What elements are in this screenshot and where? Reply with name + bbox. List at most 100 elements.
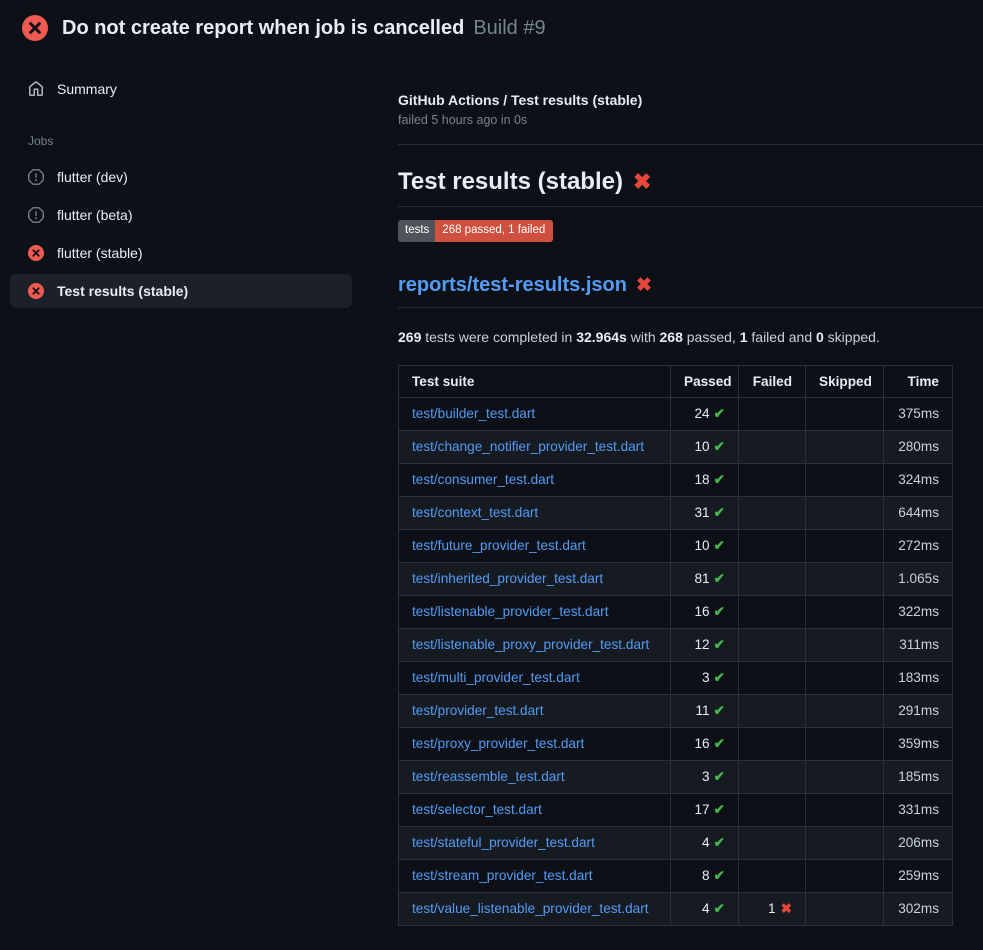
sidebar-item-flutter-beta[interactable]: flutter (beta) xyxy=(10,198,352,232)
time-cell: 331ms xyxy=(884,793,953,826)
table-row: test/stream_provider_test.dart 8✔ 259ms xyxy=(399,859,953,892)
results-table-body: test/builder_test.dart24✔375mstest/chang… xyxy=(399,397,953,925)
suite-cell: test/change_notifier_provider_test.dart xyxy=(399,430,671,463)
check-icon: ✔ xyxy=(714,670,725,685)
test-suite-link[interactable]: test/stream_provider_test.dart xyxy=(412,868,593,883)
test-suite-link[interactable]: test/inherited_provider_test.dart xyxy=(412,571,603,586)
sidebar-item-flutter-dev[interactable]: flutter (dev) xyxy=(10,160,352,194)
passed-count: 18 xyxy=(694,472,709,487)
skipped-cell xyxy=(806,463,884,496)
failed-cell xyxy=(739,430,806,463)
test-suite-link[interactable]: test/listenable_proxy_provider_test.dart xyxy=(412,637,649,652)
summary-part: 1 xyxy=(740,329,748,345)
passed-count: 12 xyxy=(694,637,709,652)
skipped-cell xyxy=(806,628,884,661)
passed-cell: 11 ✔ xyxy=(671,694,739,727)
sidebar-item-label: Summary xyxy=(57,81,117,97)
table-row: test/builder_test.dart24✔375ms xyxy=(399,397,953,430)
test-suite-link[interactable]: test/proxy_provider_test.dart xyxy=(412,736,584,751)
check-icon: ✔ xyxy=(714,835,725,850)
summary-part: 268 xyxy=(660,329,683,345)
check-icon: ✔ xyxy=(714,439,725,454)
test-suite-link[interactable]: test/context_test.dart xyxy=(412,505,538,520)
passed-count: 24 xyxy=(694,406,709,421)
sidebar-item-summary[interactable]: Summary xyxy=(10,72,352,106)
failed-cell xyxy=(739,496,806,529)
check-icon: ✔ xyxy=(714,736,725,751)
jobs-section-label: Jobs xyxy=(0,110,370,160)
check-icon: ✔ xyxy=(714,703,725,718)
time-cell: 259ms xyxy=(884,859,953,892)
report-file-link[interactable]: reports/test-results.json xyxy=(398,274,627,296)
passed-count: 81 xyxy=(694,571,709,586)
test-suite-link[interactable]: test/value_listenable_provider_test.dart xyxy=(412,901,649,916)
run-status-line: failed 5 hours ago in 0s xyxy=(398,113,983,127)
passed-cell: 4✔ xyxy=(671,826,739,859)
badge-label: tests xyxy=(398,220,435,242)
table-row: test/selector_test.dart 17✔ 331ms xyxy=(399,793,953,826)
failed-status-icon xyxy=(22,15,48,41)
section-title: Test results (stable)✖ xyxy=(398,168,983,207)
run-header: Do not create report when job is cancell… xyxy=(0,0,983,54)
skipped-cell xyxy=(806,727,884,760)
passed-cell: 8✔ xyxy=(671,859,739,892)
table-row: test/provider_test.dart 11 ✔ 291ms xyxy=(399,694,953,727)
failed-cell xyxy=(739,859,806,892)
failed-x-icon: ✖ xyxy=(636,275,652,296)
cross-icon: ✖ xyxy=(781,901,792,916)
passed-count: 16 xyxy=(694,604,709,619)
summary-part: 32.964s xyxy=(576,329,627,345)
check-icon: ✔ xyxy=(714,802,725,817)
test-suite-link[interactable]: test/multi_provider_test.dart xyxy=(412,670,580,685)
run-title-group: Do not create report when job is cancell… xyxy=(62,17,546,40)
column-header-time: Time xyxy=(884,365,953,397)
failed-cell xyxy=(739,562,806,595)
table-row: test/stateful_provider_test.dart4✔206ms xyxy=(399,826,953,859)
passed-count: 11 xyxy=(695,703,709,718)
failed-cell xyxy=(739,694,806,727)
sidebar-item-label: flutter (beta) xyxy=(57,207,132,223)
suite-cell: test/reassemble_test.dart xyxy=(399,760,671,793)
passed-count: 4 xyxy=(702,835,710,850)
time-cell: 291ms xyxy=(884,694,953,727)
test-suite-link[interactable]: test/builder_test.dart xyxy=(412,406,535,421)
test-suite-link[interactable]: test/future_provider_test.dart xyxy=(412,538,586,553)
test-suite-link[interactable]: test/listenable_provider_test.dart xyxy=(412,604,608,619)
test-suite-link[interactable]: test/change_notifier_provider_test.dart xyxy=(412,439,644,454)
check-icon: ✔ xyxy=(714,868,725,883)
sidebar-item-label: flutter (dev) xyxy=(57,169,128,185)
passed-cell: 24✔ xyxy=(671,397,739,430)
passed-cell: 17✔ xyxy=(671,793,739,826)
cancelled-status-icon xyxy=(28,169,44,185)
test-suite-link[interactable]: test/provider_test.dart xyxy=(412,703,543,718)
sidebar-item-test-results-stable[interactable]: Test results (stable) xyxy=(10,274,352,308)
suite-cell: test/listenable_provider_test.dart xyxy=(399,595,671,628)
test-suite-link[interactable]: test/reassemble_test.dart xyxy=(412,769,565,784)
passed-count: 10 xyxy=(694,538,709,553)
skipped-cell xyxy=(806,760,884,793)
sidebar-item-flutter-stable[interactable]: flutter (stable) xyxy=(10,236,352,270)
summary-part: passed, xyxy=(683,329,740,345)
failed-status-icon xyxy=(28,245,44,261)
passed-count: 3 xyxy=(702,670,710,685)
skipped-cell xyxy=(806,859,884,892)
skipped-cell xyxy=(806,529,884,562)
passed-count: 4 xyxy=(702,901,710,916)
column-header-failed: Failed xyxy=(739,365,806,397)
table-row: test/listenable_provider_test.dart16✔322… xyxy=(399,595,953,628)
test-suite-link[interactable]: test/consumer_test.dart xyxy=(412,472,554,487)
passed-cell: 81✔ xyxy=(671,562,739,595)
time-cell: 322ms xyxy=(884,595,953,628)
time-cell: 272ms xyxy=(884,529,953,562)
column-header-passed: Passed xyxy=(671,365,739,397)
report-title: reports/test-results.json ✖ xyxy=(398,274,983,308)
failed-cell xyxy=(739,826,806,859)
test-suite-link[interactable]: test/selector_test.dart xyxy=(412,802,542,817)
summary-part: with xyxy=(627,329,660,345)
build-number: Build #9 xyxy=(473,17,545,39)
suite-cell: test/context_test.dart xyxy=(399,496,671,529)
test-suite-link[interactable]: test/stateful_provider_test.dart xyxy=(412,835,595,850)
sidebar-item-label: flutter (stable) xyxy=(57,245,143,261)
passed-cell: 12✔ xyxy=(671,628,739,661)
passed-count: 16 xyxy=(694,736,709,751)
